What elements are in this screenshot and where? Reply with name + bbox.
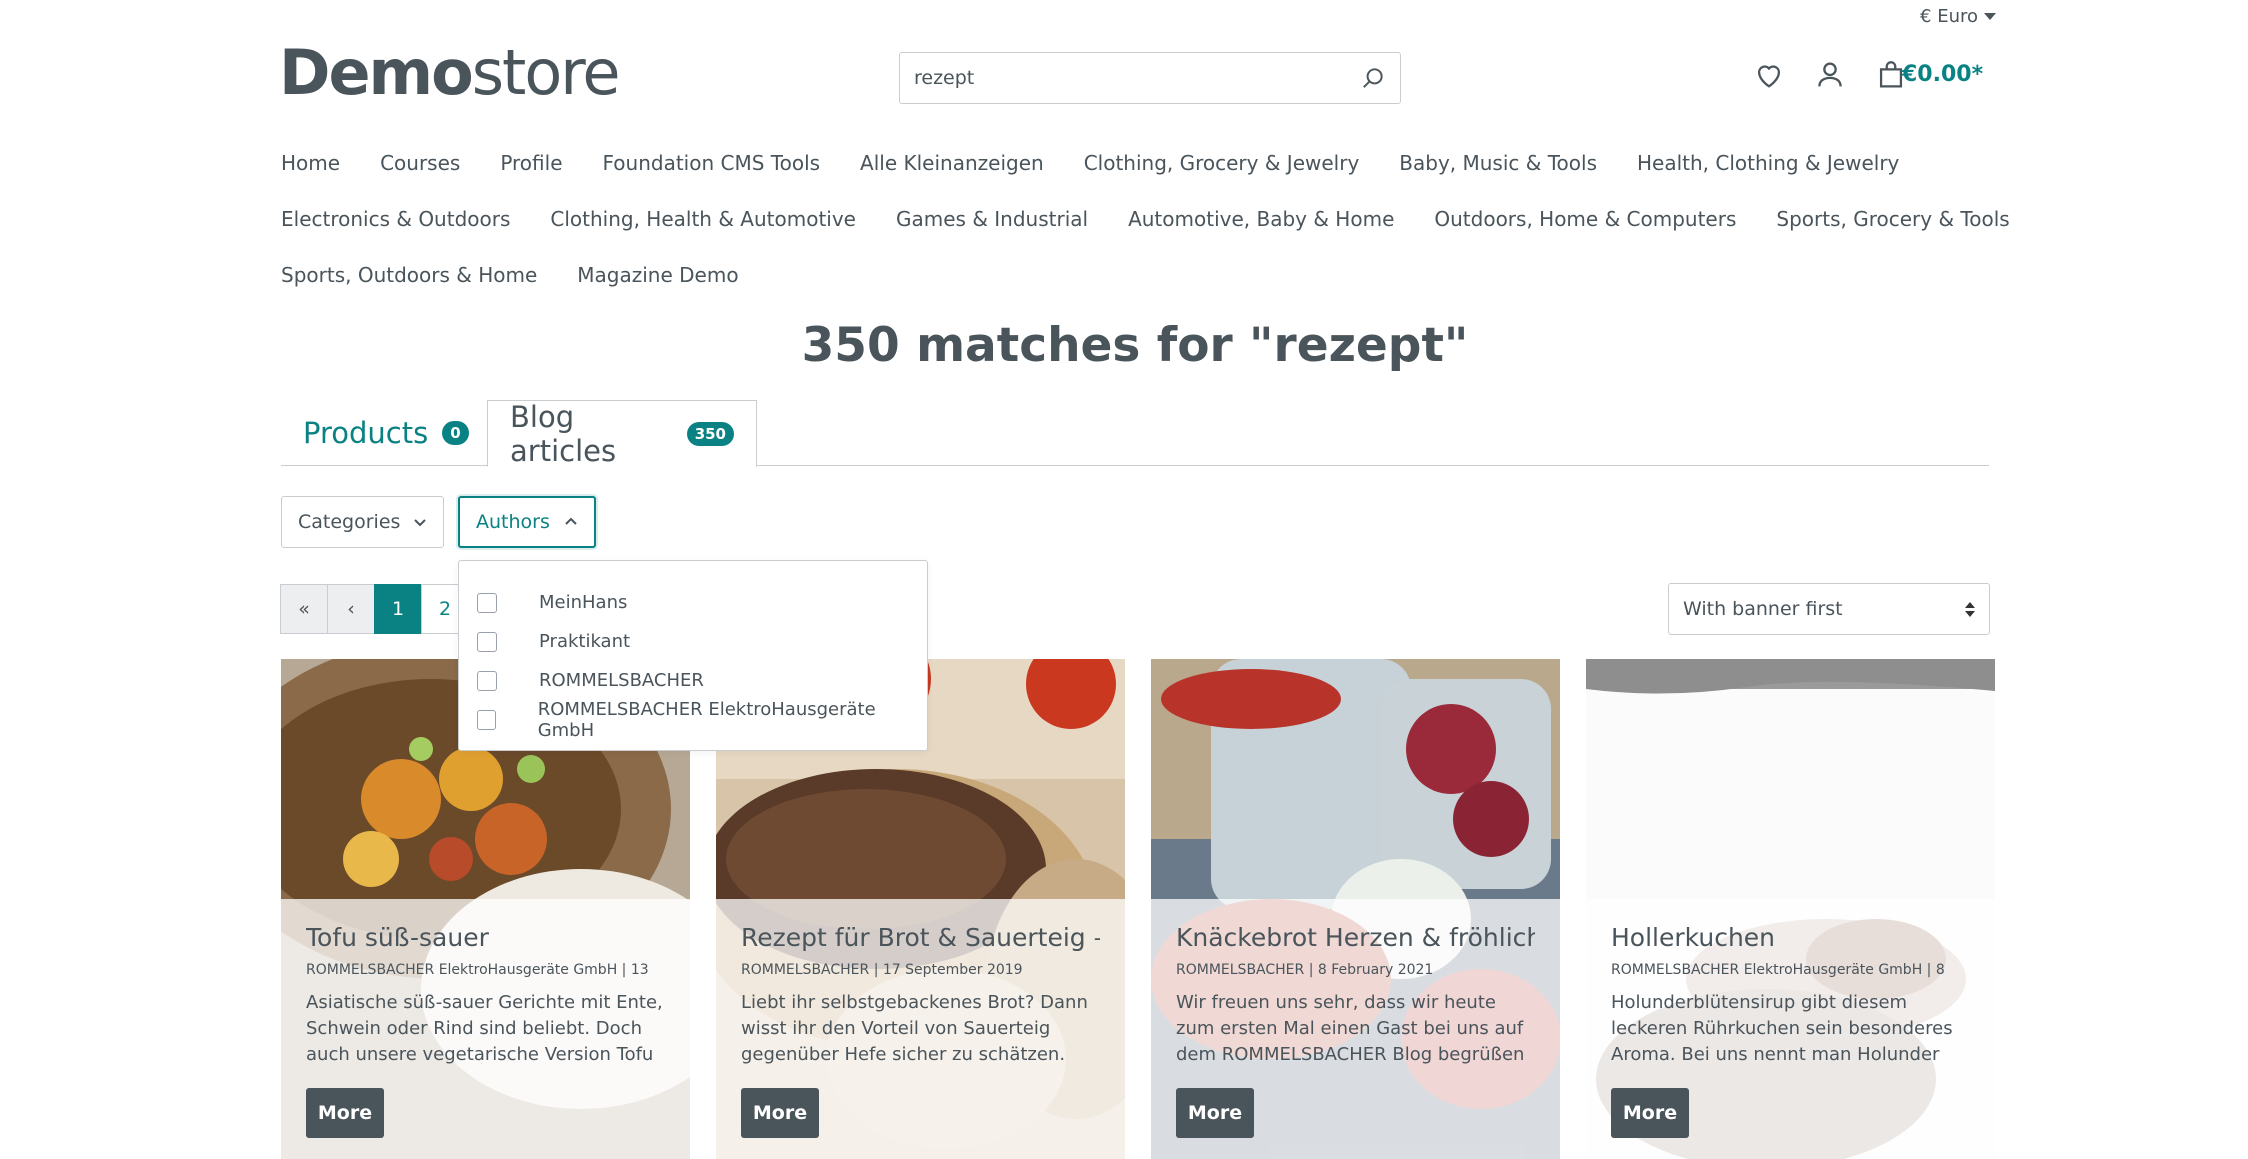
nav-item-clothing-grocery-jewelry[interactable]: Clothing, Grocery & Jewelry xyxy=(1084,151,1360,175)
nav-item-foundation-cms-tools[interactable]: Foundation CMS Tools xyxy=(603,151,821,175)
chevron-up-icon xyxy=(565,517,577,525)
article-title[interactable]: Tofu süß-sauer xyxy=(306,923,665,952)
more-button[interactable]: More xyxy=(306,1088,384,1138)
nav-item-automotive-baby-home[interactable]: Automotive, Baby & Home xyxy=(1128,207,1394,231)
user-icon[interactable] xyxy=(1813,58,1847,92)
nav-row: Sports, Outdoors & Home Magazine Demo xyxy=(281,247,2001,303)
article-excerpt: Asiatische süß-sauer Gerichte mit Ente, … xyxy=(306,992,663,1065)
blog-count-badge: 350 xyxy=(686,421,734,446)
nav-item-health-clothing-jewelry[interactable]: Health, Clothing & Jewelry xyxy=(1637,151,1899,175)
tab-blog-articles[interactable]: Blog articles 350 xyxy=(487,399,757,468)
logo[interactable]: Demostore xyxy=(279,42,621,104)
blog-article-card[interactable]: Hollerkuchen ROMMELSBACHER ElektroHausge… xyxy=(1586,659,1995,1159)
cart-total[interactable]: €0.00* xyxy=(1902,62,1983,87)
nav-item-profile[interactable]: Profile xyxy=(500,151,562,175)
nav-item-electronics-outdoors[interactable]: Electronics & Outdoors xyxy=(281,207,510,231)
nav-item-games-industrial[interactable]: Games & Industrial xyxy=(896,207,1088,231)
categories-filter-label: Categories xyxy=(298,511,401,533)
author-option[interactable]: ROMMELSBACHER ElektroHausgeräte GmbH xyxy=(477,698,909,741)
nav-item-outdoors-home-computers[interactable]: Outdoors, Home & Computers xyxy=(1434,207,1736,231)
tab-products[interactable]: Products 0 xyxy=(281,400,491,466)
nav-item-magazine-demo[interactable]: Magazine Demo xyxy=(577,263,738,287)
categories-filter-button[interactable]: Categories xyxy=(281,496,444,548)
currency-label: € Euro xyxy=(1920,6,1978,27)
article-title[interactable]: Hollerkuchen xyxy=(1611,923,1970,952)
author-option-label: MeinHans xyxy=(539,592,628,613)
author-option[interactable]: ROMMELSBACHER xyxy=(477,661,909,700)
nav-item-sports-grocery-tools[interactable]: Sports, Grocery & Tools xyxy=(1776,207,2009,231)
nav-item-clothing-health-automotive[interactable]: Clothing, Health & Automotive xyxy=(550,207,856,231)
nav-item-sports-outdoors-home[interactable]: Sports, Outdoors & Home xyxy=(281,263,537,287)
tab-blog-label: Blog articles xyxy=(510,399,617,468)
heart-icon[interactable] xyxy=(1752,58,1786,92)
main-navigation: Home Courses Profile Foundation CMS Tool… xyxy=(281,135,2010,303)
authors-filter-button[interactable]: Authors xyxy=(458,496,596,548)
article-meta: ROMMELSBACHER | 17 September 2019 xyxy=(741,962,1023,978)
sort-select[interactable]: With banner first xyxy=(1668,583,1990,635)
page-1-button[interactable]: 1 xyxy=(374,584,422,634)
nav-row: Home Courses Profile Foundation CMS Tool… xyxy=(281,135,2001,191)
author-option-label: Praktikant xyxy=(539,631,631,652)
author-option-label: ROMMELSBACHER ElektroHausgeräte GmbH xyxy=(537,698,876,741)
more-button[interactable]: More xyxy=(1176,1088,1254,1138)
author-checkbox[interactable] xyxy=(477,670,497,691)
currency-selector[interactable]: € Euro xyxy=(1920,6,1996,27)
arrow-up-icon xyxy=(1965,601,1975,608)
search-icon[interactable] xyxy=(1360,65,1386,91)
arrow-down-icon xyxy=(1965,610,1975,617)
article-meta: ROMMELSBACHER ElektroHausgeräte GmbH | 8 xyxy=(1611,962,1945,978)
author-option[interactable]: MeinHans xyxy=(477,583,909,622)
result-tabs: Products 0 Blog articles 350 xyxy=(281,399,1989,468)
search-input[interactable]: rezept xyxy=(899,52,1401,104)
article-excerpt: Wir freuen uns sehr, dass wir heute zum … xyxy=(1176,992,1525,1065)
author-checkbox[interactable] xyxy=(477,592,497,613)
article-excerpt: Holunderblütensirup gibt diesem leckeren… xyxy=(1611,992,1953,1065)
nav-item-baby-music-tools[interactable]: Baby, Music & Tools xyxy=(1399,151,1597,175)
nav-row: Electronics & Outdoors Clothing, Health … xyxy=(281,191,2010,247)
article-title[interactable]: Knäckebrot Herzen & fröhliche xyxy=(1176,923,1535,952)
nav-item-courses[interactable]: Courses xyxy=(380,151,460,175)
logo-bold: Demo xyxy=(279,36,474,109)
chevron-down-icon xyxy=(414,519,426,527)
products-count-badge: 0 xyxy=(442,421,469,445)
previous-page-button[interactable]: ‹ xyxy=(327,584,375,634)
authors-dropdown-menu: MeinHans Praktikant ROMMELSBACHER ROMMEL… xyxy=(458,560,928,751)
author-option[interactable]: Praktikant xyxy=(477,622,909,661)
caret-down-icon xyxy=(1984,13,1996,20)
first-page-button[interactable]: « xyxy=(280,584,328,634)
blog-article-card[interactable]: Knäckebrot Herzen & fröhliche ROMMELSBAC… xyxy=(1151,659,1560,1159)
article-meta: ROMMELSBACHER | 8 February 2021 xyxy=(1176,962,1434,978)
nav-item-home[interactable]: Home xyxy=(281,151,340,175)
author-checkbox[interactable] xyxy=(477,709,496,730)
nav-item-alle-kleinanzeigen[interactable]: Alle Kleinanzeigen xyxy=(860,151,1044,175)
more-button[interactable]: More xyxy=(1611,1088,1689,1138)
select-arrows-icon xyxy=(1965,601,1975,617)
author-option-label: ROMMELSBACHER xyxy=(539,670,704,691)
logo-light: store xyxy=(471,36,621,109)
search-results-heading: 350 matches for "rezept" xyxy=(801,318,1469,373)
more-button[interactable]: More xyxy=(741,1088,819,1138)
article-title[interactable]: Rezept für Brot & Sauerteig – xyxy=(741,923,1100,952)
authors-filter-label: Authors xyxy=(476,511,550,533)
article-meta: ROMMELSBACHER ElektroHausgeräte GmbH | 1… xyxy=(306,962,649,978)
search-input-value: rezept xyxy=(914,67,975,89)
pagination: « ‹ 1 2 xyxy=(280,584,469,634)
tab-products-label: Products xyxy=(303,416,429,450)
article-excerpt: Liebt ihr selbstgebackenes Brot? Dann wi… xyxy=(741,992,1088,1065)
sort-selected-value: With banner first xyxy=(1683,598,1843,620)
author-checkbox[interactable] xyxy=(477,631,497,652)
